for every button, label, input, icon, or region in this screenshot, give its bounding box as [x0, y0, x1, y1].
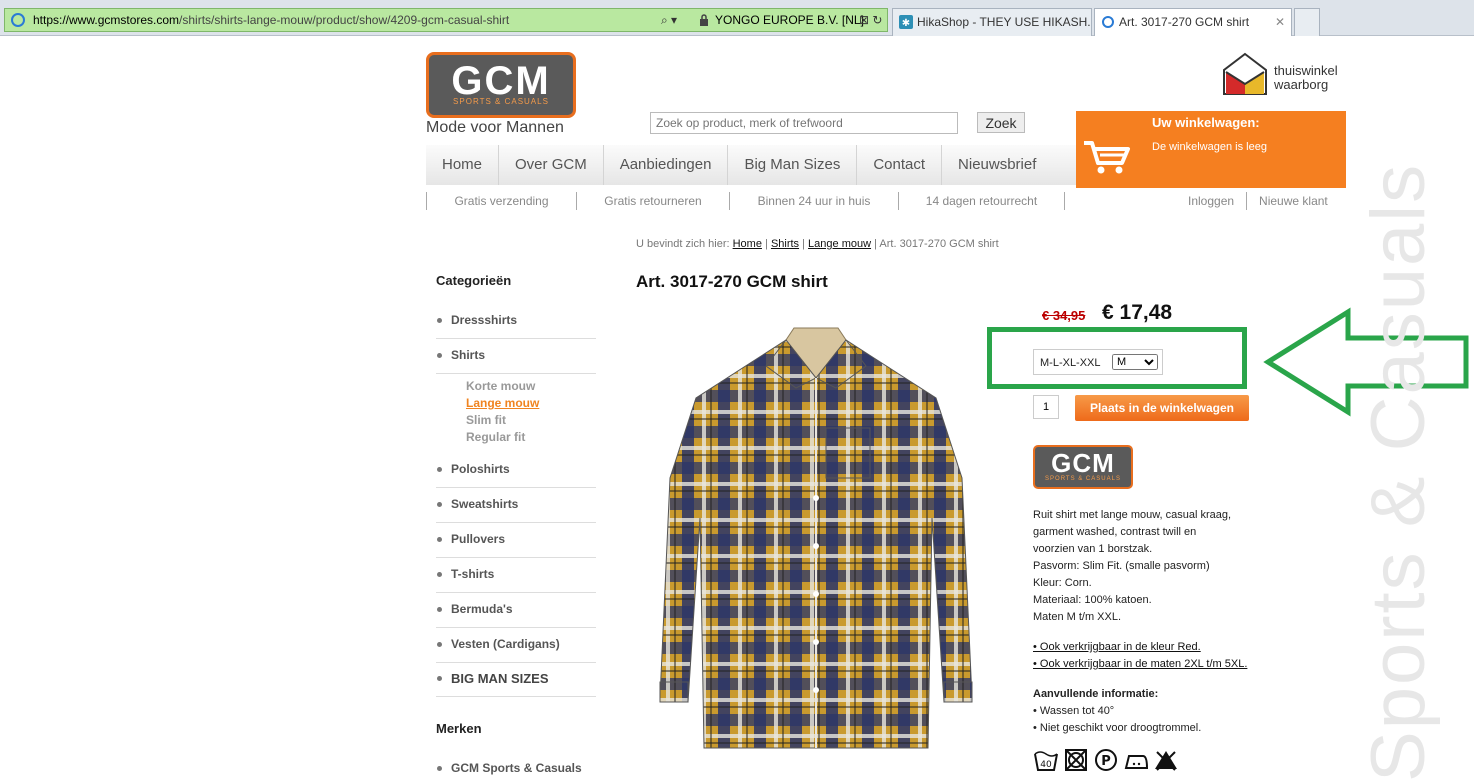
breadcrumb-home[interactable]: Home [733, 238, 762, 250]
usp-bar: Gratis verzending Gratis retourneren Bin… [426, 192, 1066, 210]
brand-logo: GCM SPORTS & CASUALS [1033, 445, 1133, 489]
usp-item: Binnen 24 uur in huis [729, 192, 898, 210]
tab-hikashop[interactable]: ✱ HikaShop - THEY USE HIKASH... [892, 8, 1092, 36]
subcategory-lange-mouw[interactable]: Lange mouw [466, 396, 539, 410]
thuiswinkel-icon [1223, 52, 1267, 95]
new-customer-link[interactable]: Nieuwe klant [1246, 192, 1340, 210]
category-shirts[interactable]: Shirts [436, 348, 596, 374]
no-tumble-dry-icon [1065, 749, 1087, 771]
category-t-shirts[interactable]: T-shirts [436, 567, 596, 593]
new-tab-button[interactable] [1294, 8, 1320, 36]
cart-title: Uw winkelwagen: [1152, 115, 1260, 130]
product-image[interactable] [646, 318, 986, 758]
link-other-color[interactable]: • Ook verkrijgbaar in de kleur Red. [1033, 639, 1247, 656]
tagline: Mode voor Mannen [426, 119, 564, 136]
product-title: Art. 3017-270 GCM shirt [636, 272, 828, 291]
category-dressshirts[interactable]: Dressshirts [436, 313, 596, 339]
nav-big-man-sizes[interactable]: Big Man Sizes [728, 145, 858, 185]
tab-product[interactable]: Art. 3017-270 GCM shirt ✕ [1094, 8, 1292, 36]
svg-text:40: 40 [1040, 760, 1052, 770]
refresh-icon[interactable]: ⊠ ↻ [859, 9, 882, 31]
highlight-box [987, 327, 1247, 389]
lock-icon [700, 14, 708, 26]
categories-title: Categorieën [436, 273, 512, 288]
certificate-owner[interactable]: YONGO EUROPE B.V. [NL] [715, 9, 864, 31]
usp-item: Gratis verzending [426, 192, 576, 210]
search-dropdown-icon[interactable]: ⌕ ▾ [661, 9, 677, 31]
page: https://www.gcmstores.com/shirts/shirts-… [0, 0, 1474, 782]
category-bermudas[interactable]: Bermuda's [436, 602, 596, 628]
ie-icon [11, 13, 25, 27]
cart-icon [1084, 141, 1130, 174]
cart-status: De winkelwagen is leeg [1152, 141, 1267, 153]
product-description: Ruit shirt met lange mouw, casual kraag,… [1033, 509, 1232, 623]
address-bar[interactable]: https://www.gcmstores.com/shirts/shirts-… [4, 8, 888, 32]
nav-contact[interactable]: Contact [857, 145, 943, 185]
watermark-text: Sports & Casuals [1356, 162, 1441, 782]
main-nav: Home Over GCM Aanbiedingen Big Man Sizes… [426, 145, 1076, 185]
no-bleach-icon [1155, 751, 1177, 771]
gcm-logo[interactable]: GCM SPORTS & CASUALS [426, 52, 576, 118]
extra-info: Aanvullende informatie: • Wassen tot 40°… [1033, 688, 1202, 734]
ie-favicon-icon [1102, 16, 1114, 28]
thuiswinkel-waarborg-logo[interactable]: thuiswinkel waarborg [1222, 52, 1350, 98]
close-tab-icon[interactable]: ✕ [1275, 9, 1285, 35]
subcategory-regular-fit[interactable]: Regular fit [466, 430, 525, 444]
nav-nieuwsbrief[interactable]: Nieuwsbrief [942, 145, 1052, 185]
search-button[interactable]: Zoek [977, 112, 1025, 133]
url-text[interactable]: https://www.gcmstores.com/shirts/shirts-… [33, 9, 509, 31]
brands-title: Merken [436, 721, 482, 736]
svg-text:P: P [1101, 754, 1111, 769]
login-link[interactable]: Inloggen [1176, 192, 1246, 210]
svg-text:✱: ✱ [902, 18, 910, 29]
availability-links: • Ook verkrijgbaar in de kleur Red. • Oo… [1033, 639, 1247, 673]
breadcrumb: U bevindt zich hier: Home | Shirts | Lan… [636, 238, 999, 250]
new-price: € 17,48 [1102, 301, 1173, 324]
link-other-sizes[interactable]: • Ook verkrijgbaar in de maten 2XL t/m 5… [1033, 656, 1247, 673]
usp-item: Gratis retourneren [576, 192, 729, 210]
account-links: Inloggen Nieuwe klant [1176, 192, 1340, 210]
dry-clean-p-icon: P [1095, 749, 1117, 771]
subcategory-slim-fit[interactable]: Slim fit [466, 413, 506, 427]
category-big-man-sizes[interactable]: BIG MAN SIZES [436, 671, 596, 697]
search-input[interactable] [650, 112, 958, 134]
subcategory-korte-mouw[interactable]: Korte mouw [466, 379, 535, 393]
nav-aanbiedingen[interactable]: Aanbiedingen [604, 145, 729, 185]
breadcrumb-lange-mouw[interactable]: Lange mouw [808, 238, 871, 250]
breadcrumb-shirts[interactable]: Shirts [771, 238, 799, 250]
nav-home[interactable]: Home [426, 145, 500, 185]
category-sweatshirts[interactable]: Sweatshirts [436, 497, 596, 523]
add-to-cart-button[interactable]: Plaats in de winkelwagen [1075, 395, 1249, 421]
breadcrumb-current: Art. 3017-270 GCM shirt [879, 238, 999, 250]
quantity-input[interactable] [1033, 395, 1059, 419]
brand-gcm[interactable]: GCM Sports & Casuals [436, 761, 596, 782]
iron-icon [1124, 755, 1149, 769]
category-pullovers[interactable]: Pullovers [436, 532, 596, 558]
browser-chrome: https://www.gcmstores.com/shirts/shirts-… [0, 0, 1474, 36]
care-symbols: 40 P [1033, 748, 1183, 774]
category-vesten[interactable]: Vesten (Cardigans) [436, 637, 596, 663]
nav-over-gcm[interactable]: Over GCM [499, 145, 604, 185]
usp-item: 14 dagen retourrecht [898, 192, 1065, 210]
hikashop-favicon-icon: ✱ [899, 15, 913, 29]
category-poloshirts[interactable]: Poloshirts [436, 462, 596, 488]
shopping-cart-box[interactable]: Uw winkelwagen: De winkelwagen is leeg [1076, 111, 1346, 188]
old-price: € 34,95 [1042, 308, 1086, 323]
wash-40-icon: 40 [1034, 751, 1058, 771]
